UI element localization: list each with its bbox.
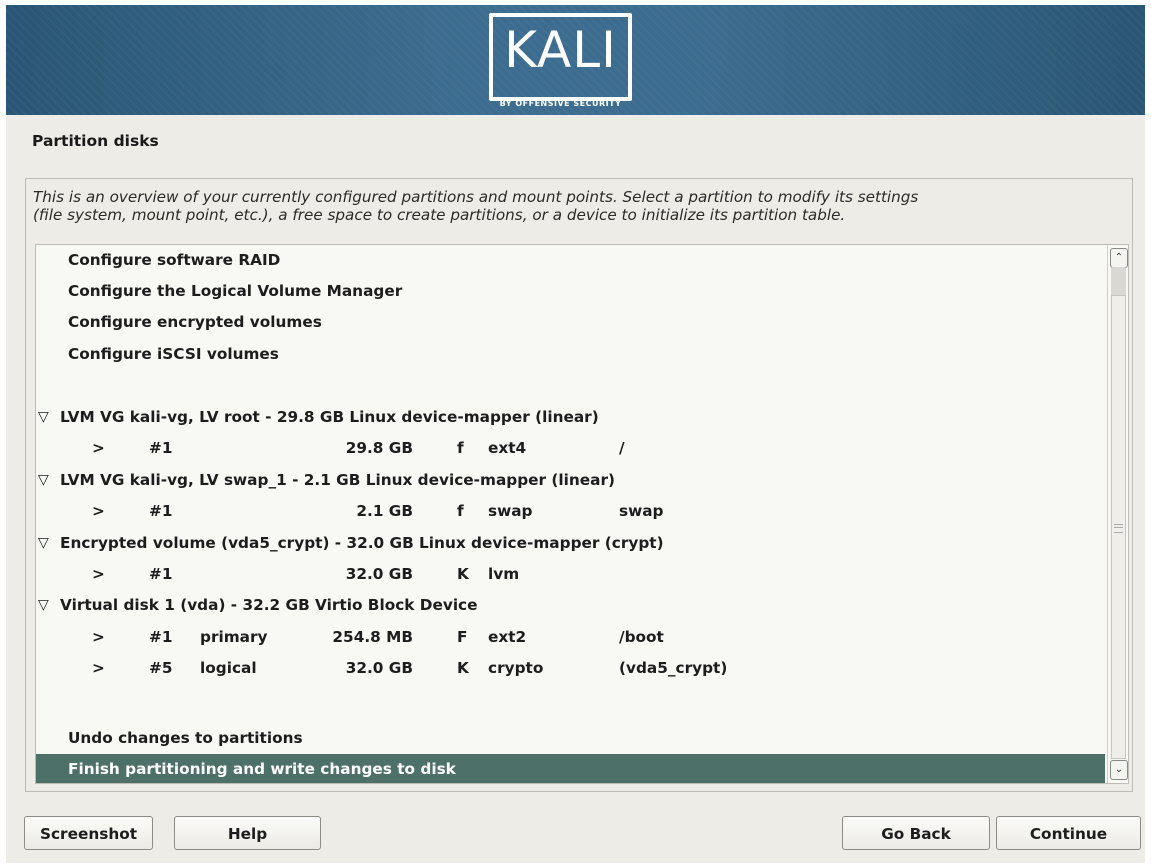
partition-row[interactable]: > #5 logical 32.0 GB K crypto (vda5_cryp… (36, 653, 1105, 683)
continue-button[interactable]: Continue (996, 816, 1141, 850)
go-back-button[interactable]: Go Back (842, 816, 990, 850)
partition-size: 254.8 MB (332, 628, 413, 646)
partition-row[interactable]: > #1 32.0 GB K lvm (36, 559, 1105, 589)
scroll-up-icon[interactable]: ⌃ (1110, 248, 1128, 268)
partition-number: #1 (149, 628, 173, 646)
list-item-configure-raid[interactable]: Configure software RAID (36, 245, 1105, 275)
list-item-label: Configure iSCSI volumes (68, 345, 279, 363)
partition-filesystem: ext2 (488, 628, 527, 646)
partition-flag: K (457, 565, 469, 583)
list-item-label: Configure the Logical Volume Manager (68, 282, 403, 300)
description-line-2: (file system, mount point, etc.), a free… (33, 206, 846, 224)
partition-row[interactable]: > #1 29.8 GB f ext4 / (36, 433, 1105, 463)
partition-filesystem: lvm (488, 565, 520, 583)
scroll-grip-icon (1114, 524, 1123, 533)
expand-triangle-icon[interactable]: ▽ (38, 590, 49, 620)
scroll-down-icon[interactable]: ⌄ (1110, 760, 1128, 780)
content-panel: This is an overview of your currently co… (25, 178, 1133, 792)
list-item-finish[interactable]: Finish partitioning and write changes to… (36, 754, 1105, 783)
list-item-configure-encrypted[interactable]: Configure encrypted volumes (36, 307, 1105, 337)
partition-number: #1 (149, 502, 173, 520)
partition-number: #1 (149, 565, 173, 583)
list-item-label: Undo changes to partitions (68, 729, 303, 747)
list-item-label: Configure encrypted volumes (68, 313, 322, 331)
partition-arrow: > (92, 659, 105, 677)
device-label: Encrypted volume (vda5_crypt) - 32.0 GB … (60, 534, 664, 552)
partition-mount-point: (vda5_crypt) (619, 659, 728, 677)
list-item-label: Finish partitioning and write changes to… (68, 760, 456, 778)
partition-arrow: > (92, 628, 105, 646)
installer-window: KALI BY OFFENSIVE SECURITY Partition dis… (0, 0, 1151, 868)
partition-filesystem: swap (488, 502, 533, 520)
expand-triangle-icon[interactable]: ▽ (38, 528, 49, 558)
screenshot-button[interactable]: Screenshot (24, 816, 153, 850)
partition-number: #1 (149, 439, 173, 457)
device-label: Virtual disk 1 (vda) - 32.2 GB Virtio Bl… (60, 596, 478, 614)
installer-frame: KALI BY OFFENSIVE SECURITY Partition dis… (6, 5, 1145, 863)
help-button[interactable]: Help (174, 816, 321, 850)
partition-mount-point: swap (619, 502, 664, 520)
logo-subtext: BY OFFENSIVE SECURITY (499, 99, 622, 108)
scroll-thumb[interactable] (1111, 295, 1126, 759)
partition-size: 29.8 GB (345, 439, 413, 457)
expand-triangle-icon[interactable]: ▽ (38, 465, 49, 495)
partition-type: logical (200, 659, 257, 677)
partition-row[interactable]: > #1 2.1 GB f swap swap (36, 496, 1105, 526)
partition-size: 32.0 GB (345, 565, 413, 583)
partition-flag: f (457, 502, 464, 520)
partition-arrow: > (92, 565, 105, 583)
description: This is an overview of your currently co… (33, 188, 1123, 224)
partition-filesystem: crypto (488, 659, 544, 677)
partition-flag: f (457, 439, 464, 457)
list-scrollbar[interactable]: ⌃ ⌄ (1107, 245, 1128, 783)
device-label: LVM VG kali-vg, LV swap_1 - 2.1 GB Linux… (60, 471, 616, 489)
partition-mount-point: / (619, 439, 625, 457)
partition-arrow: > (92, 439, 105, 457)
device-row-lvm-root[interactable]: ▽ LVM VG kali-vg, LV root - 29.8 GB Linu… (36, 402, 1105, 432)
partition-filesystem: ext4 (488, 439, 527, 457)
partition-flag: F (457, 628, 468, 646)
expand-triangle-icon[interactable]: ▽ (38, 402, 49, 432)
partition-type: primary (200, 628, 268, 646)
partition-arrow: > (92, 502, 105, 520)
list-item-configure-iscsi[interactable]: Configure iSCSI volumes (36, 339, 1105, 369)
kali-logo: KALI BY OFFENSIVE SECURITY (489, 13, 634, 109)
partition-size: 2.1 GB (356, 502, 413, 520)
list-item-label: Configure software RAID (68, 251, 281, 269)
device-row-encrypted-volume[interactable]: ▽ Encrypted volume (vda5_crypt) - 32.0 G… (36, 528, 1105, 558)
device-row-virtual-disk[interactable]: ▽ Virtual disk 1 (vda) - 32.2 GB Virtio … (36, 590, 1105, 620)
partition-list[interactable]: Configure software RAID Configure the Lo… (35, 244, 1129, 784)
partition-flag: K (457, 659, 469, 677)
description-line-1: This is an overview of your currently co… (33, 188, 919, 206)
partition-row[interactable]: > #1 primary 254.8 MB F ext2 /boot (36, 622, 1105, 652)
partition-number: #5 (149, 659, 173, 677)
list-item-undo[interactable]: Undo changes to partitions (36, 723, 1105, 753)
partition-mount-point: /boot (619, 628, 664, 646)
partition-size: 32.0 GB (345, 659, 413, 677)
page-title: Partition disks (32, 132, 159, 150)
device-row-lvm-swap[interactable]: ▽ LVM VG kali-vg, LV swap_1 - 2.1 GB Lin… (36, 465, 1105, 495)
kali-banner: KALI BY OFFENSIVE SECURITY (6, 5, 1145, 115)
logo-text: KALI (504, 21, 617, 79)
list-item-configure-lvm[interactable]: Configure the Logical Volume Manager (36, 276, 1105, 306)
device-label: LVM VG kali-vg, LV root - 29.8 GB Linux … (60, 408, 599, 426)
